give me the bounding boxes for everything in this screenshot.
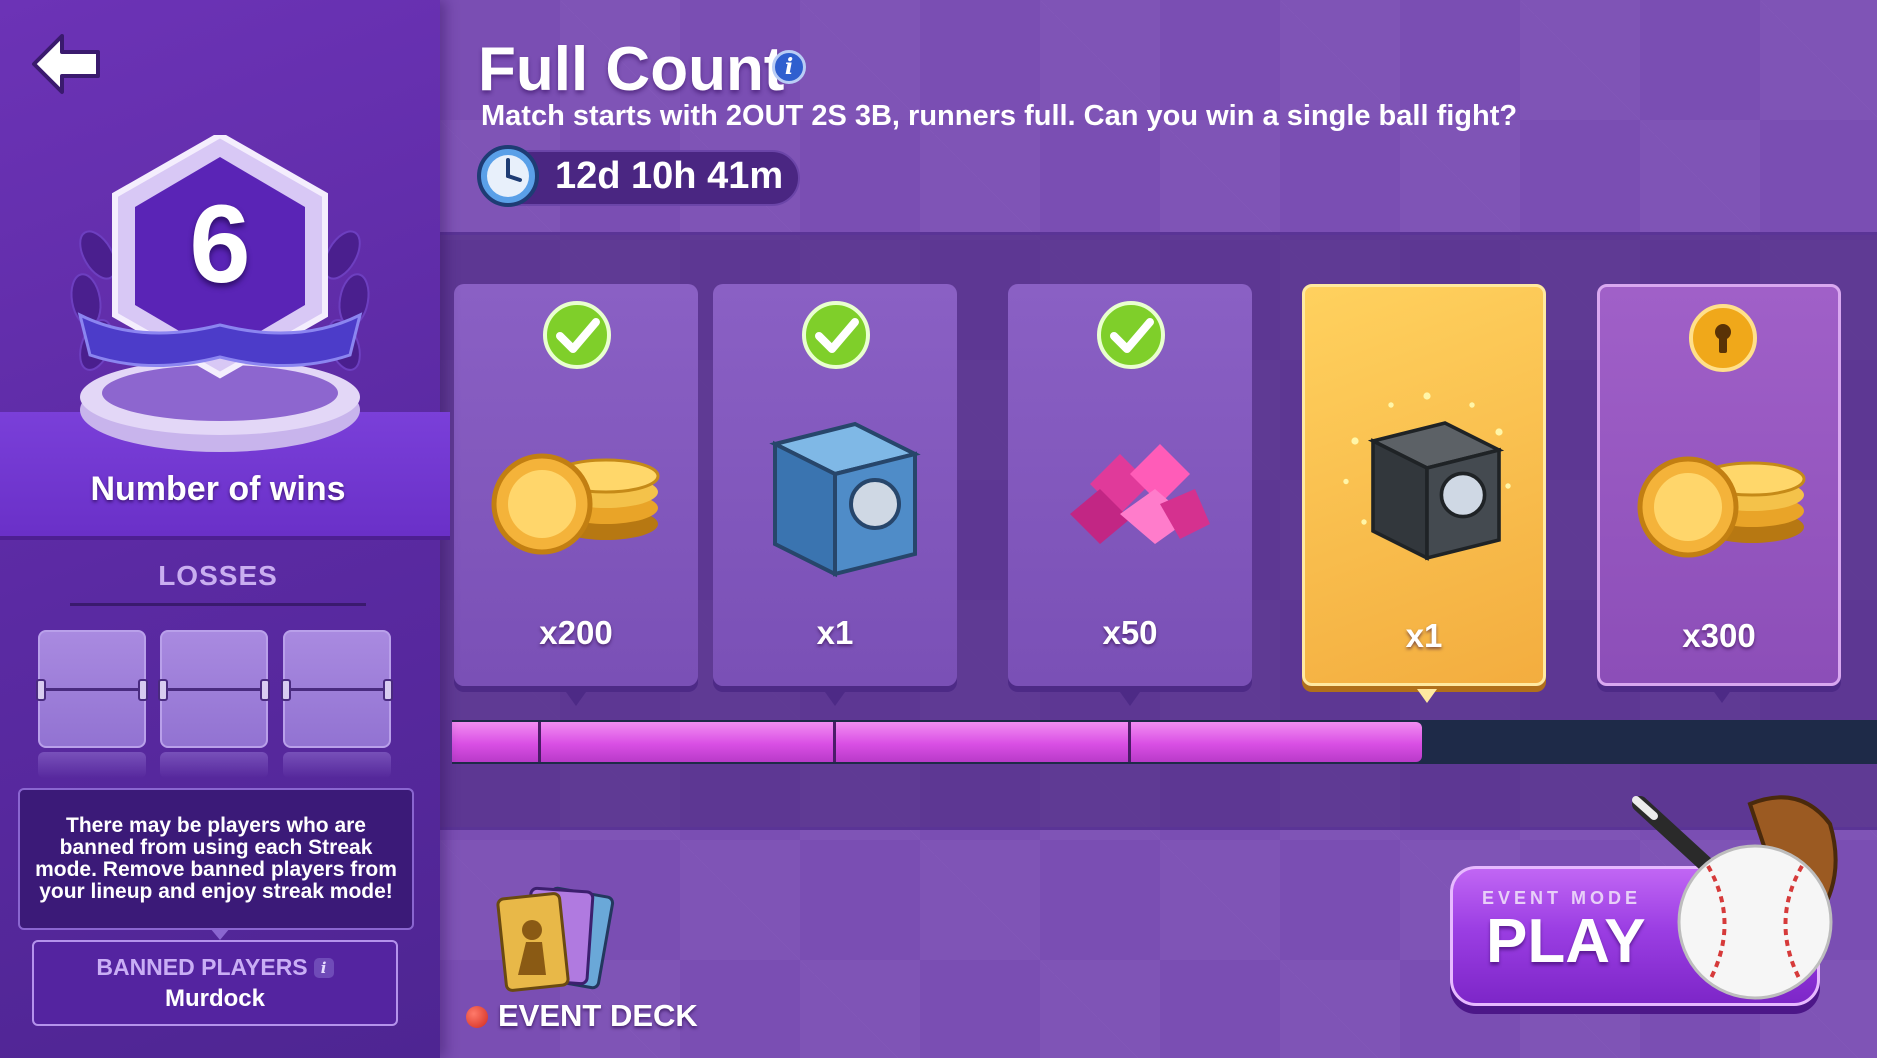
- banned-players-box[interactable]: BANNED PLAYERS i Murdock: [32, 940, 398, 1026]
- reward-card[interactable]: x200: [454, 284, 698, 706]
- reward-amount: x1: [816, 614, 854, 651]
- reward-amount: x1: [1405, 617, 1443, 654]
- event-timer: 12d 10h 41m: [555, 155, 784, 197]
- checkmark-icon: [1097, 301, 1165, 369]
- event-deck-cards-icon[interactable]: [484, 880, 624, 1000]
- blue-chest-icon: [769, 421, 921, 578]
- wins-count: 6: [189, 183, 251, 306]
- losses-divider: [70, 603, 366, 606]
- reward-amount: x50: [1102, 614, 1158, 651]
- reward-amount: x200: [539, 614, 613, 651]
- loss-slot: [281, 630, 393, 748]
- reward-card-locked[interactable]: x300: [1597, 284, 1841, 703]
- progress-tick: [1128, 722, 1131, 762]
- loss-slot-shadow: [160, 752, 268, 778]
- dark-chest-icon: [1343, 392, 1511, 561]
- reward-card-current[interactable]: x1: [1302, 284, 1546, 703]
- keyhole-lock-icon: [1689, 304, 1757, 372]
- clock-icon: [477, 145, 539, 207]
- streak-info-message: There may be players who are banned from…: [18, 788, 414, 930]
- losses-label: LOSSES: [158, 560, 278, 591]
- reward-card[interactable]: x50: [1008, 284, 1252, 706]
- event-title: Full Count: [478, 35, 785, 104]
- banned-players-title: BANNED PLAYERS: [96, 954, 308, 980]
- reward-card[interactable]: x1: [713, 284, 957, 706]
- banned-player-name: Murdock: [164, 985, 265, 1012]
- loss-slot: [36, 630, 148, 748]
- gold-coins-icon: [1637, 456, 1806, 558]
- checkmark-icon: [802, 301, 870, 369]
- reward-amount: x300: [1682, 617, 1756, 654]
- event-deck-label[interactable]: EVENT DECK: [498, 998, 698, 1034]
- notification-dot: [466, 1006, 488, 1028]
- info-tail: [210, 928, 230, 940]
- loss-slot-shadow: [38, 752, 146, 778]
- loss-slot-shadow: [283, 752, 391, 778]
- info-icon[interactable]: i: [313, 957, 334, 978]
- pink-gems-icon: [1070, 444, 1210, 544]
- play-button-label[interactable]: PLAY: [1486, 906, 1646, 977]
- back-arrow-icon[interactable]: [28, 30, 104, 100]
- progress-tick: [538, 722, 541, 762]
- streak-progress-fill: [452, 722, 1422, 762]
- progress-tick: [833, 722, 836, 762]
- baseball-bat-glove-icon: [1632, 795, 1838, 1000]
- streak-panel: 6 Number of wins LOSSES There may be pla…: [0, 0, 450, 1058]
- info-icon[interactable]: i: [772, 50, 806, 84]
- checkmark-icon: [543, 301, 611, 369]
- gold-coins-icon: [491, 453, 660, 555]
- event-description: Match starts with 2OUT 2S 3B, runners fu…: [481, 100, 1518, 132]
- wins-label: Number of wins: [90, 470, 346, 508]
- loss-slot: [158, 630, 270, 748]
